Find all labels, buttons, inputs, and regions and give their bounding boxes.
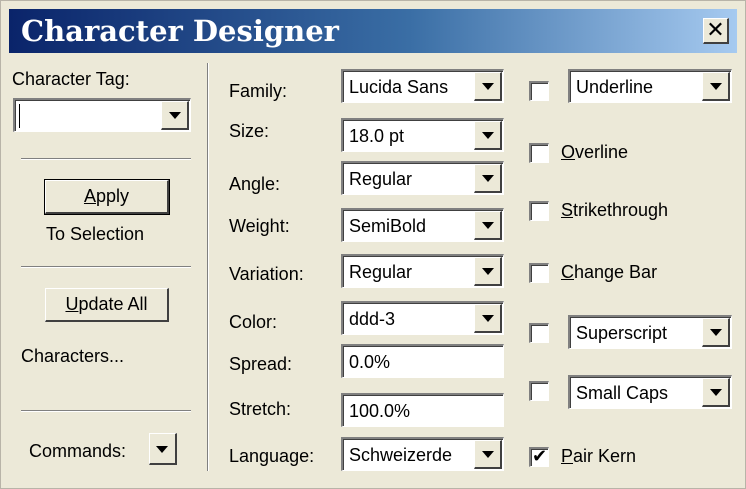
pair-kern-label[interactable]: Pair Kern: [561, 445, 636, 467]
variation-label: Variation:: [229, 264, 304, 284]
variation-dropdown-button[interactable]: [474, 257, 502, 286]
spread-label: Spread:: [229, 354, 293, 374]
change-bar-label[interactable]: Change Bar: [561, 261, 657, 283]
underline-checkbox[interactable]: [529, 81, 549, 101]
superscript-dropdown-button[interactable]: [702, 318, 730, 347]
color-label: Color:: [229, 312, 278, 332]
language-value: Schweizerde: [349, 445, 453, 465]
title-bar: Character Designer ✕: [9, 9, 737, 53]
superscript-checkbox[interactable]: [529, 323, 549, 343]
chevron-down-icon: [482, 132, 494, 139]
chevron-down-icon: [156, 446, 168, 453]
small-caps-value: Small Caps: [576, 383, 669, 403]
weight-value: SemiBold: [349, 216, 427, 236]
superscript-value: Superscript: [576, 323, 668, 343]
small-caps-dropdown-button[interactable]: [702, 378, 730, 407]
small-caps-checkbox[interactable]: [529, 381, 549, 401]
to-selection-label: To Selection: [46, 224, 145, 244]
weight-dropdown-button[interactable]: [474, 211, 502, 240]
language-dropdown-button[interactable]: [474, 440, 502, 469]
chevron-down-icon: [482, 222, 494, 229]
change-bar-checkbox[interactable]: [529, 263, 549, 283]
color-dropdown-button[interactable]: [474, 304, 502, 333]
stretch-label: Stretch:: [229, 399, 292, 419]
color-value: ddd-3: [349, 309, 396, 329]
chevron-down-icon: [482, 315, 494, 322]
spread-value: 0.0%: [349, 352, 391, 372]
overline-checkbox[interactable]: [529, 143, 549, 163]
update-all-button[interactable]: Update All: [45, 288, 169, 322]
variation-combo[interactable]: Regular: [341, 254, 504, 288]
character-designer-window: Character Designer ✕ Character Tag: Appl…: [0, 0, 746, 489]
weight-combo[interactable]: SemiBold: [341, 208, 504, 242]
size-combo[interactable]: 18.0 pt: [341, 118, 504, 152]
language-combo[interactable]: Schweizerde: [341, 437, 504, 471]
chevron-down-icon: [482, 268, 494, 275]
commands-label: Commands:: [29, 441, 127, 461]
vertical-divider: [207, 63, 209, 471]
family-value: Lucida Sans: [349, 77, 449, 97]
size-dropdown-button[interactable]: [474, 121, 502, 150]
strikethrough-checkbox[interactable]: [529, 201, 549, 221]
checkmark-icon: ✔: [532, 446, 548, 466]
strikethrough-label[interactable]: Strikethrough: [561, 199, 668, 221]
window-title: Character Designer: [21, 14, 339, 48]
commands-dropdown-button[interactable]: [149, 433, 177, 465]
angle-combo[interactable]: Regular: [341, 161, 504, 195]
overline-label[interactable]: Overline: [561, 141, 628, 163]
left-divider-3: [21, 410, 191, 412]
variation-value: Regular: [349, 262, 413, 282]
character-tag-dropdown-button[interactable]: [161, 101, 189, 130]
angle-label: Angle:: [229, 174, 281, 194]
chevron-down-icon: [482, 83, 494, 90]
underline-combo[interactable]: Underline: [568, 69, 732, 103]
pair-kern-checkbox[interactable]: ✔: [529, 446, 549, 467]
chevron-down-icon: [482, 175, 494, 182]
stretch-input[interactable]: 100.0%: [341, 393, 504, 427]
small-caps-combo[interactable]: Small Caps: [568, 375, 732, 409]
family-label: Family:: [229, 81, 287, 101]
superscript-combo[interactable]: Superscript: [568, 315, 732, 349]
spread-input[interactable]: 0.0%: [341, 344, 504, 378]
characters-label: Characters...: [21, 346, 125, 366]
left-divider-1: [21, 158, 191, 160]
chevron-down-icon: [169, 112, 181, 119]
update-all-button-label: Update All: [65, 294, 148, 314]
chevron-down-icon: [710, 329, 722, 336]
family-dropdown-button[interactable]: [474, 72, 502, 101]
character-tag-combo[interactable]: [13, 98, 191, 132]
size-value: 18.0 pt: [349, 126, 405, 146]
size-label: Size:: [229, 121, 270, 141]
language-label: Language:: [229, 446, 315, 466]
chevron-down-icon: [710, 389, 722, 396]
color-combo[interactable]: ddd-3: [341, 301, 504, 335]
weight-label: Weight:: [229, 216, 290, 236]
underline-dropdown-button[interactable]: [702, 72, 730, 101]
left-divider-2: [21, 266, 191, 268]
angle-dropdown-button[interactable]: [474, 164, 502, 193]
chevron-down-icon: [482, 451, 494, 458]
angle-value: Regular: [349, 169, 413, 189]
family-combo[interactable]: Lucida Sans: [341, 69, 504, 103]
close-button[interactable]: ✕: [703, 18, 729, 44]
stretch-value: 100.0%: [349, 401, 411, 421]
close-icon: ✕: [706, 18, 725, 43]
text-caret: [19, 104, 20, 128]
apply-button-label: Apply: [83, 186, 130, 206]
chevron-down-icon: [710, 83, 722, 90]
underline-value: Underline: [576, 77, 654, 97]
apply-button[interactable]: Apply: [44, 179, 170, 215]
character-tag-label: Character Tag:: [12, 69, 130, 89]
